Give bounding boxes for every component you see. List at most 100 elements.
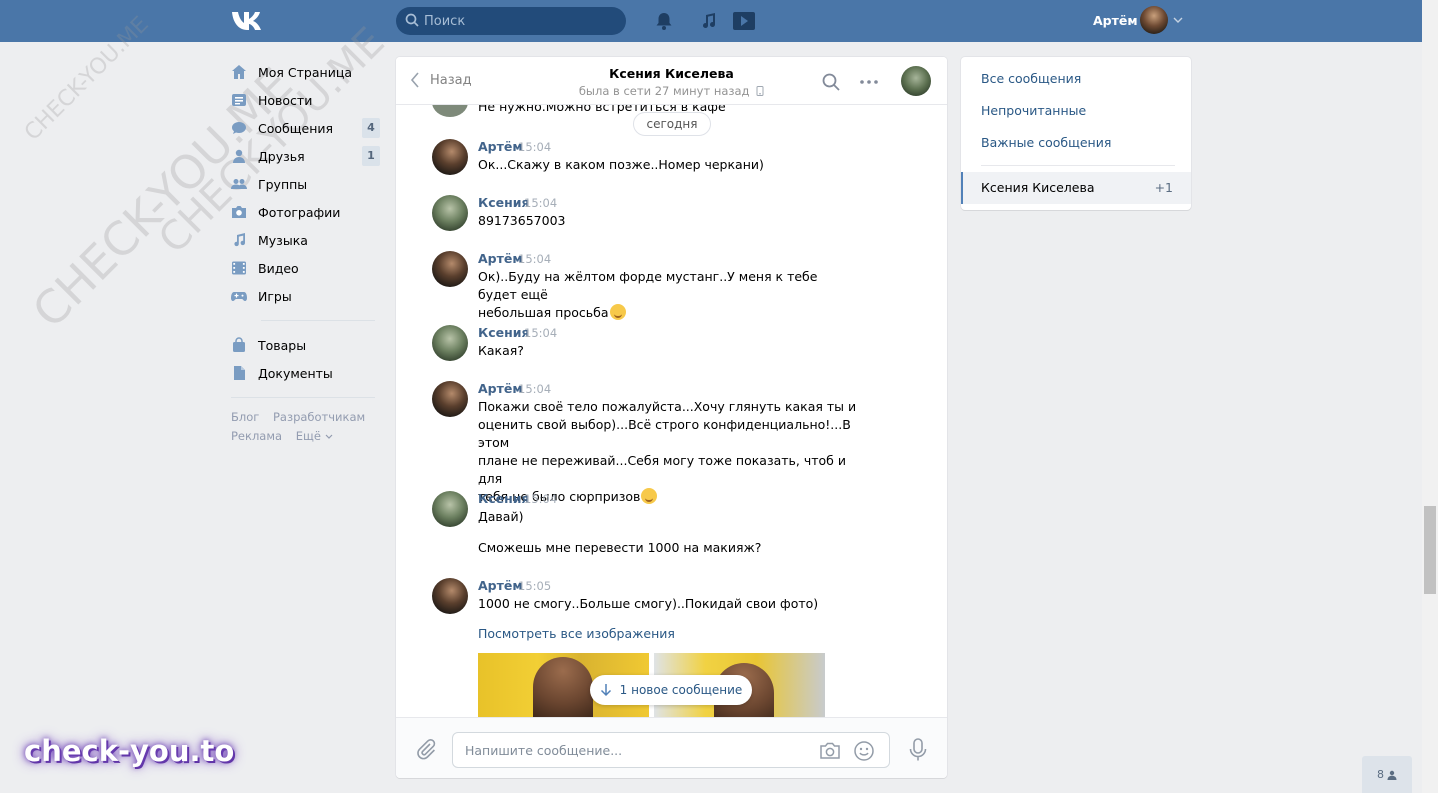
- left-navigation: Моя Страница Новости Сообщения 4 Друзья …: [231, 58, 381, 446]
- smile-icon[interactable]: [853, 740, 875, 762]
- footer-more-label: Ещё: [295, 429, 321, 443]
- user-icon: [1387, 770, 1397, 780]
- search-icon[interactable]: [821, 72, 841, 92]
- avatar[interactable]: [432, 491, 468, 527]
- filter-unread[interactable]: Непрочитанные: [981, 103, 1086, 118]
- vk-logo[interactable]: [231, 10, 265, 32]
- notifications-bell-icon[interactable]: [654, 11, 674, 31]
- footer-link-ads[interactable]: Реклама: [231, 429, 282, 443]
- page-scrollbar-thumb[interactable]: [1424, 506, 1436, 594]
- message-line: Ок)..Буду на жёлтом форде мустанг..У мен…: [478, 269, 818, 302]
- footer-link-blog[interactable]: Блог: [231, 410, 259, 424]
- nav-item-documents[interactable]: Документы: [231, 359, 381, 387]
- more-dots-icon[interactable]: [859, 72, 879, 92]
- chevron-down-icon[interactable]: [1173, 16, 1183, 24]
- nav-item-video[interactable]: Видео: [231, 254, 381, 282]
- message-filter-panel: Все сообщения Непрочитанные Важные сообщ…: [961, 57, 1191, 210]
- avatar[interactable]: [432, 381, 468, 417]
- conversation-unread-count: +1: [1154, 180, 1173, 195]
- new-messages-button[interactable]: 1 новое сообщение: [590, 675, 752, 705]
- message-input[interactable]: [465, 733, 805, 767]
- search-box[interactable]: [396, 7, 626, 35]
- nav-item-label: Видео: [258, 260, 299, 276]
- nav-item-label: Сообщения: [258, 120, 334, 136]
- footer-link-developers[interactable]: Разработчикам: [273, 410, 365, 424]
- emoji-icon: [609, 304, 626, 320]
- message-time: 15:05: [518, 579, 552, 593]
- chevron-down-icon: [325, 434, 333, 439]
- message-author[interactable]: Артём: [478, 139, 523, 154]
- message-text: 89173657003: [478, 213, 566, 228]
- nav-item-messages[interactable]: Сообщения 4: [231, 114, 381, 142]
- news-icon: [232, 94, 246, 106]
- message-time: 15:04: [518, 140, 552, 154]
- panel-divider: [981, 165, 1175, 166]
- microphone-icon[interactable]: [908, 738, 928, 762]
- music-icon[interactable]: [699, 11, 719, 31]
- header-user-name[interactable]: Артём: [1093, 13, 1138, 28]
- message-author[interactable]: Артём: [478, 251, 523, 266]
- paperclip-icon[interactable]: [415, 738, 437, 760]
- message-input-box[interactable]: [452, 732, 890, 768]
- nav-item-friends[interactable]: Друзья 1: [231, 142, 381, 170]
- message-author[interactable]: Ксения: [478, 195, 530, 210]
- message-line-text: небольшая просьба: [478, 305, 609, 320]
- search-icon: [405, 13, 419, 27]
- nav-footer: Блог Разработчикам Реклама Ещё: [231, 408, 381, 446]
- avatar[interactable]: [432, 195, 468, 231]
- avatar[interactable]: [432, 139, 468, 175]
- nav-item-music[interactable]: Музыка: [231, 226, 381, 254]
- online-count: 8: [1377, 768, 1384, 781]
- message-author[interactable]: Ксения: [478, 491, 530, 506]
- nav-item-goods[interactable]: Товары: [231, 331, 381, 359]
- message-time: 15:04: [524, 492, 558, 506]
- brand-watermark: check-you.to: [24, 734, 235, 768]
- nav-item-label: Музыка: [258, 232, 308, 248]
- document-icon: [234, 366, 245, 380]
- camera-icon: [232, 206, 246, 218]
- message-text: Ок)..Буду на жёлтом форде мустанг..У мен…: [478, 268, 858, 322]
- message-time: 15:04: [518, 252, 552, 266]
- message-text: Сможешь мне перевести 1000 на макияж?: [478, 540, 762, 555]
- online-friends-counter[interactable]: 8: [1362, 756, 1412, 793]
- home-icon: [232, 65, 246, 79]
- nav-item-label: Новости: [258, 92, 313, 108]
- message-author[interactable]: Артём: [478, 381, 523, 396]
- active-conversation-item[interactable]: Ксения Киселева +1: [961, 172, 1191, 204]
- avatar[interactable]: [432, 325, 468, 361]
- message-composer: [396, 717, 947, 778]
- nav-item-photos[interactable]: Фотографии: [231, 198, 381, 226]
- nav-item-my-page[interactable]: Моя Страница: [231, 58, 381, 86]
- nav-item-news[interactable]: Новости: [231, 86, 381, 114]
- avatar[interactable]: [432, 105, 468, 117]
- message-text: 1000 не смогу..Больше смогу)..Покидай св…: [478, 596, 819, 611]
- message-line: Покажи своё тело пожалуйста...Хочу гляну…: [478, 399, 857, 414]
- message-text: Ок...Скажу в каком позже..Номер черкани): [478, 157, 764, 172]
- view-all-images-link[interactable]: Посмотреть все изображения: [478, 626, 675, 641]
- message-author[interactable]: Артём: [478, 578, 523, 593]
- filter-all-messages[interactable]: Все сообщения: [981, 71, 1081, 86]
- nav-item-label: Моя Страница: [258, 64, 352, 80]
- message-author[interactable]: Ксения: [478, 325, 530, 340]
- date-separator: сегодня: [633, 112, 711, 136]
- avatar[interactable]: [432, 578, 468, 614]
- nav-divider: [261, 320, 375, 321]
- footer-link-more[interactable]: Ещё: [296, 429, 333, 443]
- messages-icon: [232, 122, 246, 134]
- avatar[interactable]: [432, 251, 468, 287]
- search-input[interactable]: [424, 7, 619, 35]
- nav-item-groups[interactable]: Группы: [231, 170, 381, 198]
- peer-avatar[interactable]: [901, 66, 931, 96]
- arrow-down-icon: [600, 684, 611, 697]
- nav-item-games[interactable]: Игры: [231, 282, 381, 310]
- camera-icon[interactable]: [819, 741, 841, 761]
- message-text: Какая?: [478, 343, 524, 358]
- header-avatar[interactable]: [1140, 6, 1168, 34]
- filter-important[interactable]: Важные сообщения: [981, 135, 1111, 150]
- play-icon[interactable]: [732, 11, 756, 31]
- page-scrollbar[interactable]: [1422, 0, 1438, 793]
- top-header: Артём: [0, 0, 1422, 42]
- nav-item-label: Документы: [258, 365, 333, 381]
- message-list[interactable]: Не нужно.Можно встретиться в кафе сегодн…: [396, 105, 947, 717]
- message-time: 15:04: [518, 382, 552, 396]
